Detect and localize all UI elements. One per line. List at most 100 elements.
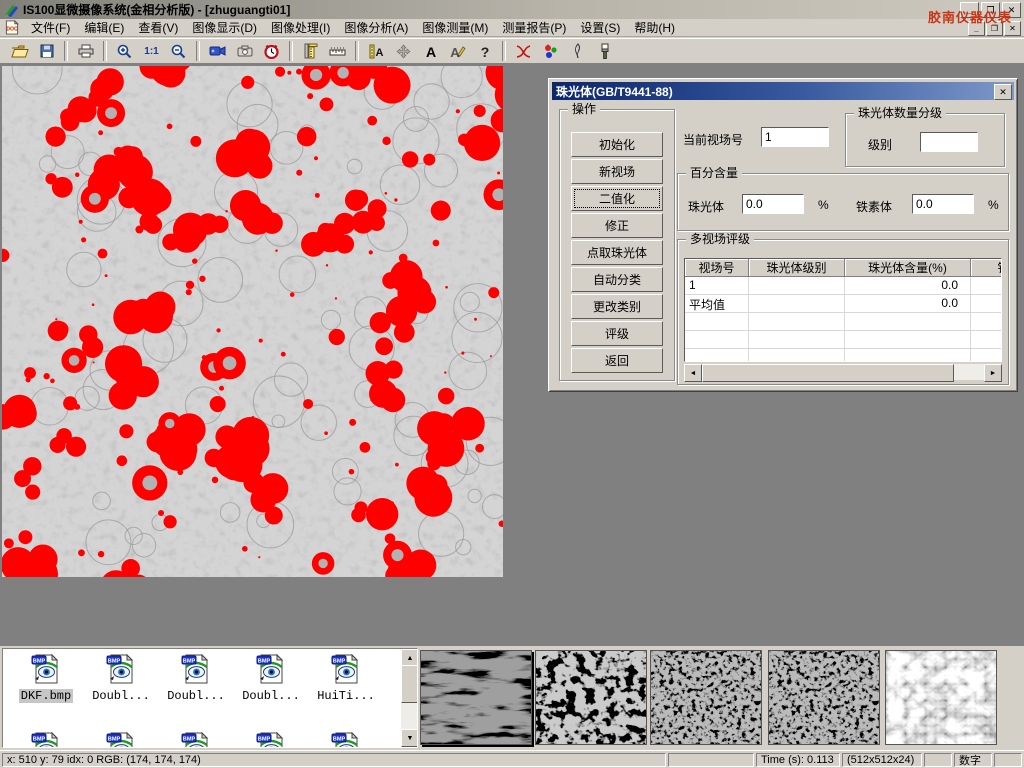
thumbnail-1[interactable] [420,650,532,745]
file-item[interactable]: Doubl... [159,653,233,703]
toolbar-separator [196,41,200,61]
brand-overlay-text: 胶南仪器仪表 [928,7,1012,26]
save-button[interactable] [34,40,59,62]
operations-group: 操作 初始化 新视场 二值化 修正 点取珠光体 自动分类 更改类别 评级 返回 [559,109,675,381]
measure-text-button[interactable]: A [364,40,389,62]
menu-view[interactable]: 查看(V) [131,18,185,37]
video-capture-button[interactable] [205,40,230,62]
scroll-down-icon[interactable]: ▼ [401,729,418,747]
zoom-out-button[interactable] [166,40,191,62]
file-name: DKF.bmp [19,689,73,703]
multifield-group-label: 多视场评级 [686,232,754,246]
snapshot-button[interactable] [232,40,257,62]
ferrite-percent-input[interactable] [912,194,974,214]
menu-image-analysis[interactable]: 图像分析(A) [337,18,415,37]
rate-button[interactable]: 评级 [571,321,663,346]
timer-button[interactable] [259,40,284,62]
table-hscrollbar[interactable]: ◄ ► [684,364,1002,380]
move-button[interactable] [391,40,416,62]
mdi-workspace: 珠光体(GB/T9441-88) ✕ 操作 初始化 新视场 二值化 修正 点取珠… [0,64,1024,646]
file-item[interactable] [84,731,158,748]
hscroll-thumb[interactable] [702,364,954,382]
scroll-right-icon[interactable]: ► [984,364,1002,382]
initialize-button[interactable]: 初始化 [571,132,663,157]
file-item[interactable]: DKF.bmp [9,653,83,703]
move-cross-icon [396,44,411,59]
auto-classify-button[interactable]: 自动分类 [571,267,663,292]
status-bar: x: 510 y: 79 idx: 0 RGB: (174, 174, 174)… [0,750,1024,768]
pearlite-label: 珠光体 [688,198,724,215]
table-row[interactable]: 1 0.0 [685,277,1001,295]
menu-image-display[interactable]: 图像显示(D) [185,18,264,37]
cell-ferrite [971,277,1002,294]
pearlite-percent-input[interactable] [742,194,804,214]
classify-points-button[interactable] [538,40,563,62]
ruler-button[interactable] [325,40,350,62]
file-list-vscrollbar[interactable]: ▲ ▼ [401,649,417,747]
grade-group: 珠光体数量分级 级别 [845,113,1005,167]
file-item[interactable] [159,731,233,748]
file-item[interactable] [9,731,83,748]
file-item[interactable] [234,731,308,748]
binarize-button[interactable]: 二值化 [571,186,663,211]
bmp-file-icon [105,731,137,748]
open-file-button[interactable] [7,40,32,62]
pearlite-unit: % [818,198,829,212]
file-item[interactable]: Doubl... [234,653,308,703]
correct-button[interactable]: 修正 [571,213,663,238]
menu-measure-report[interactable]: 测量报告(P) [495,18,573,37]
printer-icon [78,44,94,58]
grade-input[interactable] [920,132,978,152]
file-list: DKF.bmp Doubl... Doubl... Doubl... HuiTi… [2,648,418,748]
brush-tool-button[interactable] [592,40,617,62]
bmp-file-icon [255,653,287,685]
file-name: Doubl... [165,689,227,703]
print-button[interactable] [73,40,98,62]
edit-annotation-button[interactable]: A [445,40,470,62]
thumbnail-3[interactable] [650,650,762,745]
classify-dots-icon [543,44,559,59]
return-button[interactable]: 返回 [571,348,663,373]
change-class-button[interactable]: 更改类别 [571,294,663,319]
paint-brush-icon [599,43,611,59]
toolbar-separator [103,41,107,61]
menu-settings[interactable]: 设置(S) [573,18,627,37]
red-curve-icon [515,44,532,59]
thumbnail-5[interactable] [885,650,997,745]
dialog-title-bar[interactable]: 珠光体(GB/T9441-88) ✕ [552,82,1014,100]
multifield-group: 多视场评级 视场号 珠光体级别 珠光体含量(%) 铁素体 1 0.0 平均值 [677,239,1009,385]
file-item[interactable]: HuiTi... [309,653,383,703]
caliper-icon [304,43,318,59]
pen-tool-button[interactable] [565,40,590,62]
new-field-button[interactable]: 新视场 [571,159,663,184]
menu-image-measure[interactable]: 图像测量(M) [415,18,495,37]
table-row-empty [685,313,1001,331]
actual-size-button[interactable]: 1:1 [139,40,164,62]
dialog-close-icon[interactable]: ✕ [994,84,1012,100]
thumbnail-2[interactable] [535,650,647,745]
zoom-in-button[interactable] [112,40,137,62]
file-item[interactable]: Doubl... [84,653,158,703]
table-row-empty [685,349,1001,362]
current-field-label: 当前视场号 [683,131,743,148]
pick-pearlite-button[interactable]: 点取珠光体 [571,240,663,265]
bmp-file-icon [330,731,362,748]
current-field-input[interactable] [761,127,829,147]
file-item[interactable] [309,731,383,748]
thumbnail-4[interactable] [768,650,880,745]
table-row-average[interactable]: 平均值 0.0 [685,295,1001,313]
scroll-left-icon[interactable]: ◄ [684,364,702,382]
menu-image-processing[interactable]: 图像处理(I) [264,18,337,37]
pen-quill-icon [572,43,584,59]
menu-file[interactable]: 文件(F) [24,18,77,37]
metallographic-image[interactable] [2,66,503,577]
menu-edit[interactable]: 编辑(E) [77,18,131,37]
help-button[interactable]: ? [472,40,497,62]
curve-tool-button[interactable] [511,40,536,62]
text-annotation-button[interactable]: A [418,40,443,62]
caliper-button[interactable] [298,40,323,62]
vscroll-thumb[interactable] [401,665,418,703]
menu-help[interactable]: 帮助(H) [627,18,682,37]
file-name: Doubl... [240,689,302,703]
floppy-icon [40,44,54,58]
